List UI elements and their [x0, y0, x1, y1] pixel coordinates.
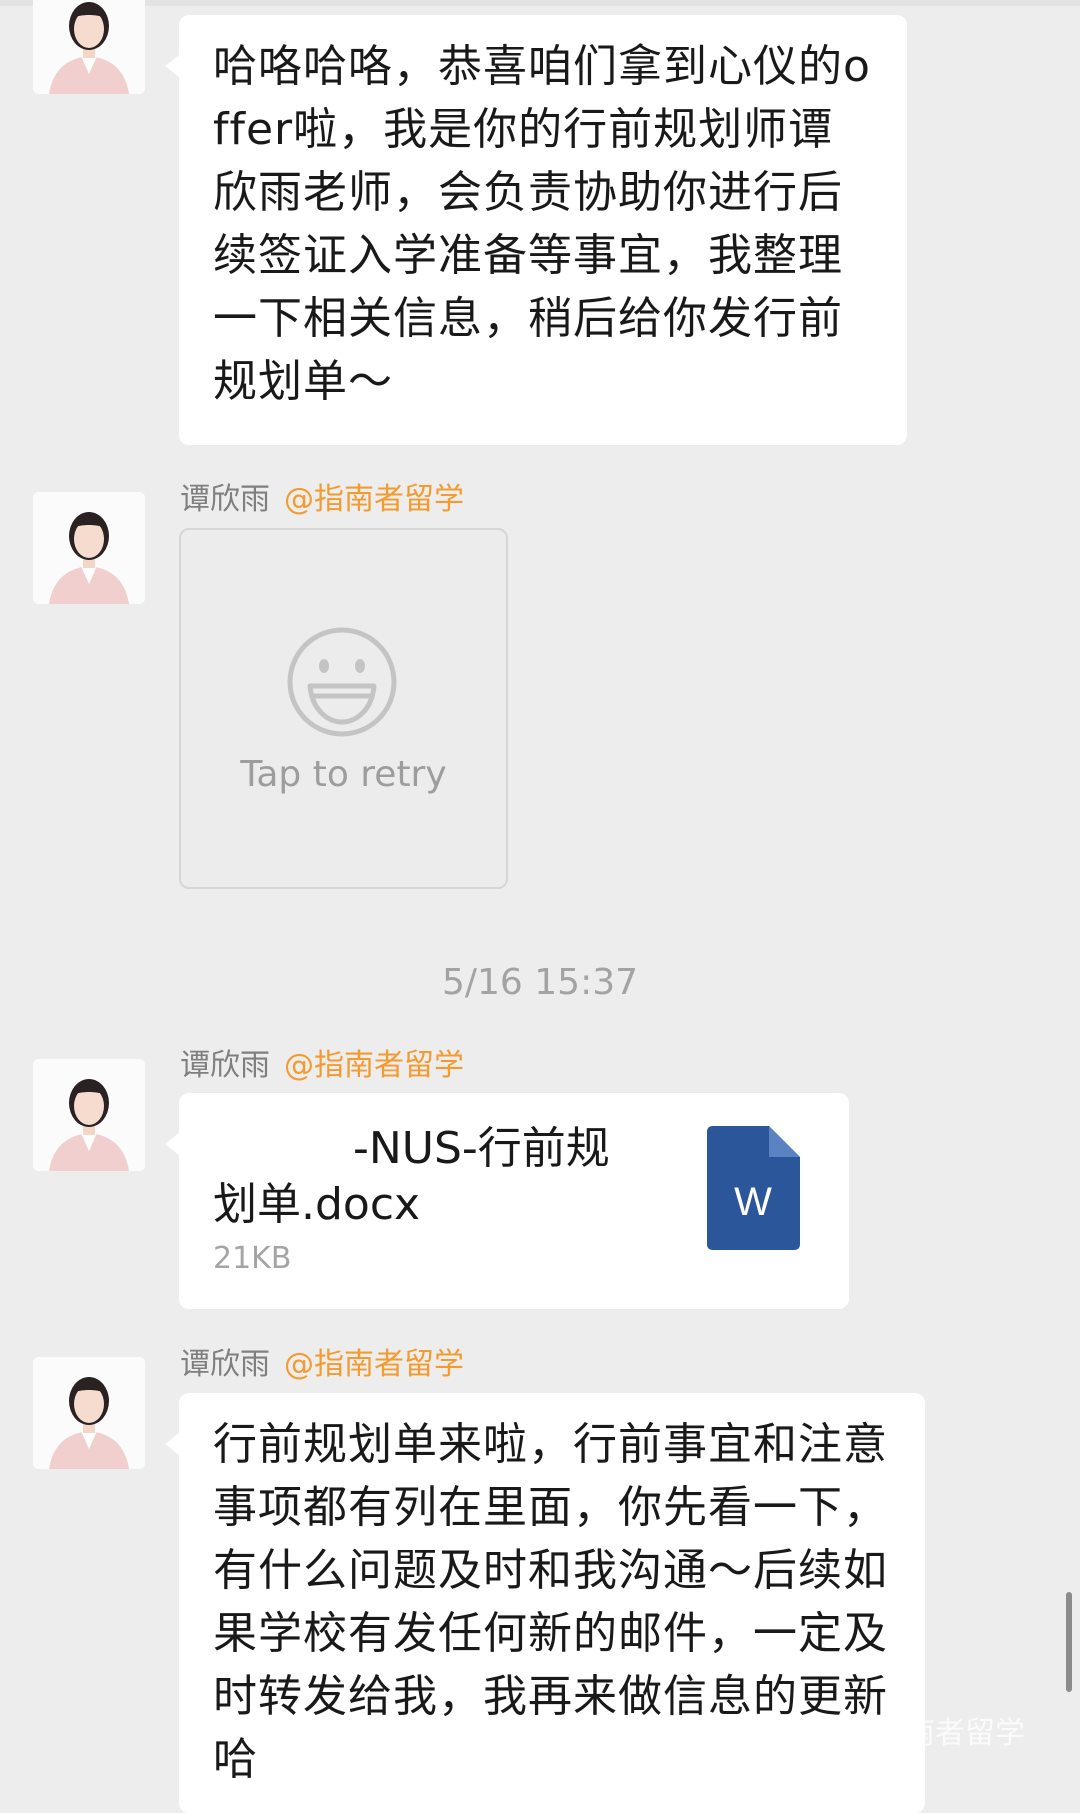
avatar-portrait-icon	[33, 1059, 145, 1171]
failed-image-retry[interactable]: Tap to retry	[179, 528, 508, 889]
avatar[interactable]	[33, 1357, 145, 1469]
avatar-portrait-icon	[33, 0, 145, 94]
watermark: 南者留学	[905, 1716, 1025, 1751]
word-doc-icon: W	[707, 1126, 800, 1250]
avatar[interactable]	[33, 0, 145, 94]
sender-org-tag: @指南者留学	[284, 482, 464, 517]
top-divider	[0, 0, 1080, 6]
avatar-portrait-icon	[33, 1357, 145, 1469]
file-name: -NUS-行前规划单.docx	[213, 1123, 610, 1230]
timestamp: 5/16 15:37	[441, 962, 639, 1003]
sender-name[interactable]: 谭欣雨	[180, 1347, 270, 1382]
sender-line: 谭欣雨 @指南者留学	[180, 480, 464, 520]
message-text: 行前规划单来啦，行前事宜和注意事项都有列在里面，你先看一下，有什么问题及时和我沟…	[213, 1419, 888, 1785]
file-size: 21KB	[213, 1241, 292, 1276]
scrollbar[interactable]	[1066, 1592, 1072, 1692]
redacted-block	[213, 1131, 353, 1171]
sender-line: 谭欣雨 @指南者留学	[180, 1345, 464, 1385]
sender-name[interactable]: 谭欣雨	[180, 1048, 270, 1083]
sender-line: 谭欣雨 @指南者留学	[180, 1046, 464, 1086]
retry-label: Tap to retry	[240, 754, 447, 795]
avatar[interactable]	[33, 1059, 145, 1171]
sender-org-tag: @指南者留学	[284, 1347, 464, 1382]
message-bubble[interactable]: 行前规划单来啦，行前事宜和注意事项都有列在里面，你先看一下，有什么问题及时和我沟…	[165, 1393, 925, 1813]
file-message-bubble[interactable]: -NUS-行前规划单.docx 21KB W	[165, 1093, 849, 1309]
smiley-face-icon	[287, 627, 397, 737]
message-text: 哈咯哈咯，恭喜咱们拿到心仪的offer啦，我是你的行前规划师谭欣雨老师，会负责协…	[213, 41, 871, 407]
message-bubble[interactable]: 哈咯哈咯，恭喜咱们拿到心仪的offer啦，我是你的行前规划师谭欣雨老师，会负责协…	[165, 15, 907, 445]
sender-name[interactable]: 谭欣雨	[180, 482, 270, 517]
word-doc-letter: W	[734, 1180, 772, 1224]
avatar-portrait-icon	[33, 492, 145, 604]
sender-org-tag: @指南者留学	[284, 1048, 464, 1083]
avatar[interactable]	[33, 492, 145, 604]
